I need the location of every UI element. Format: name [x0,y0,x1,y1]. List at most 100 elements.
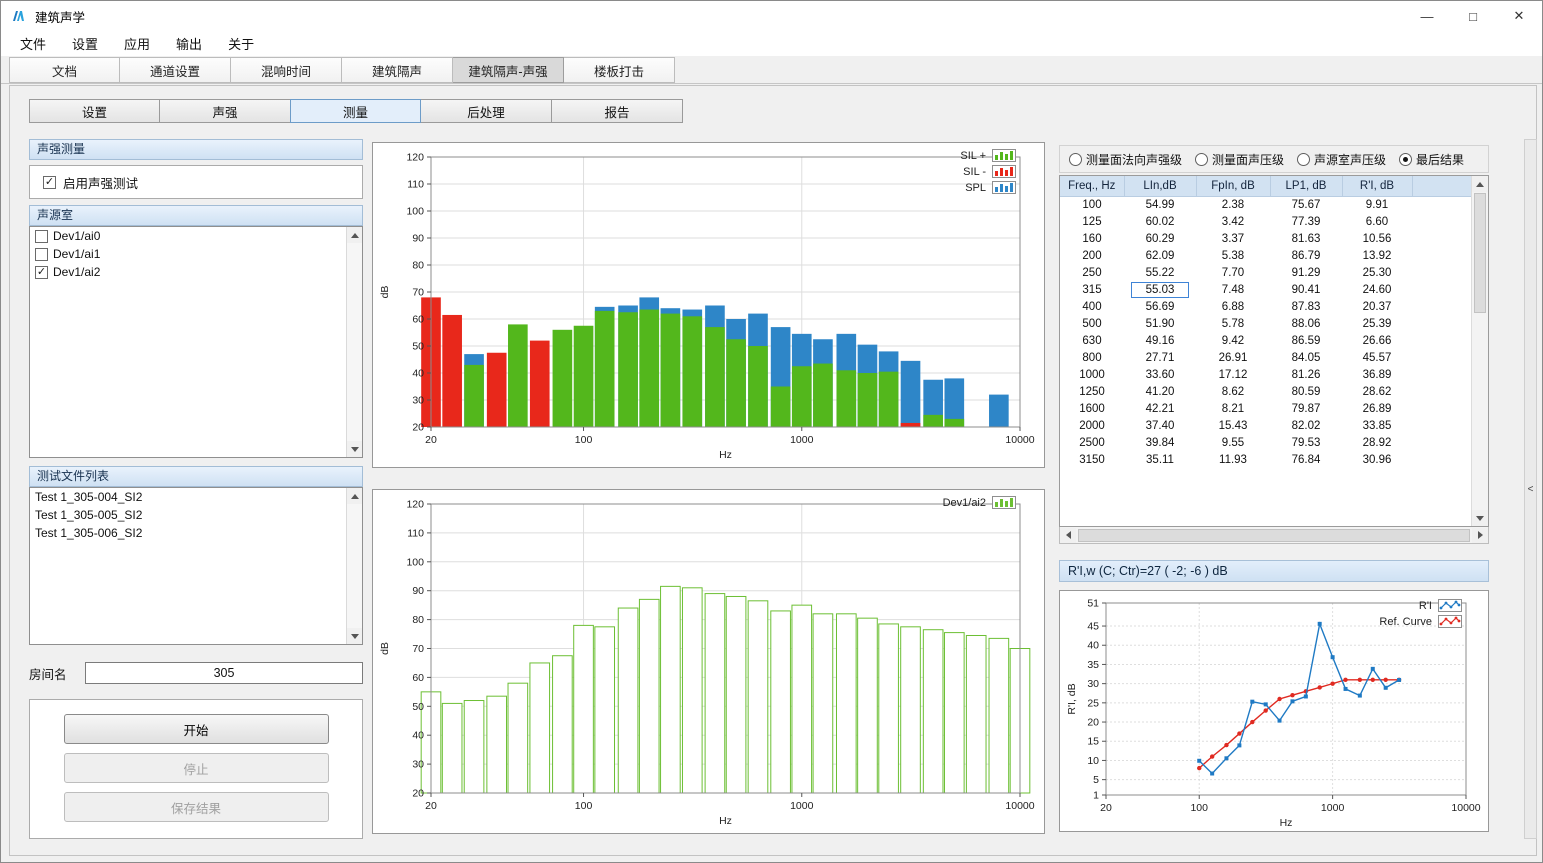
table-cell[interactable]: 13.92 [1342,247,1412,264]
table-row[interactable]: 100033.6017.1281.2636.89 [1060,366,1471,383]
subtab-settings[interactable]: 设置 [29,99,160,123]
close-button[interactable]: ✕ [1496,1,1542,31]
table-cell[interactable]: 51.90 [1124,315,1196,332]
channel-item[interactable]: Dev1/ai1 [30,245,345,263]
table-cell[interactable]: 9.55 [1196,434,1270,451]
channel-item[interactable]: Dev1/ai0 [30,227,345,245]
scroll-down-button[interactable] [347,441,362,457]
table-row[interactable]: 63049.169.4286.5926.66 [1060,332,1471,349]
stop-button[interactable]: 停止 [64,753,329,783]
save-results-button[interactable]: 保存结果 [64,792,329,822]
room-name-input[interactable] [85,662,363,684]
subtab-report[interactable]: 报告 [552,99,683,123]
table-cell[interactable]: 75.67 [1270,196,1342,213]
table-cell[interactable]: 125 [1060,213,1124,230]
tab-documents[interactable]: 文档 [9,57,120,83]
table-cell[interactable]: 54.99 [1124,196,1196,213]
table-cell[interactable]: 7.48 [1196,281,1270,298]
table-cell[interactable]: 90.41 [1270,281,1342,298]
radio-source-room-spl[interactable]: 声源室声压级 [1297,151,1386,168]
table-cell[interactable]: 33.85 [1342,417,1412,434]
menu-about[interactable]: 关于 [215,31,267,56]
table-cell[interactable]: 26.91 [1196,349,1270,366]
column-header[interactable]: LP1, dB [1270,176,1342,196]
table-row[interactable]: 10054.992.3875.679.91 [1060,196,1471,213]
table-cell[interactable]: 39.84 [1124,434,1196,451]
table-cell[interactable]: 26.66 [1342,332,1412,349]
table-cell[interactable]: 6.88 [1196,298,1270,315]
test-file-item[interactable]: Test 1_305-005_SI2 [30,506,345,524]
table-cell[interactable]: 42.21 [1124,400,1196,417]
table-cell[interactable]: 55.22 [1124,264,1196,281]
table-cell[interactable]: 9.91 [1342,196,1412,213]
subtab-intensity[interactable]: 声强 [160,99,291,123]
table-cell[interactable]: 80.59 [1270,383,1342,400]
table-cell[interactable]: 77.39 [1270,213,1342,230]
table-cell[interactable]: 1000 [1060,366,1124,383]
table-row[interactable]: 200037.4015.4382.0233.85 [1060,417,1471,434]
table-cell[interactable]: 26.89 [1342,400,1412,417]
table-vertical-scrollbar[interactable] [1471,176,1488,526]
table-cell[interactable]: 49.16 [1124,332,1196,349]
table-cell[interactable]: 17.12 [1196,366,1270,383]
table-cell[interactable]: 33.60 [1124,366,1196,383]
table-cell[interactable]: 250 [1060,264,1124,281]
menu-file[interactable]: 文件 [7,31,59,56]
table-row[interactable]: 125041.208.6280.5928.62 [1060,383,1471,400]
scrollbar-thumb[interactable] [1078,529,1470,542]
table-cell[interactable]: 800 [1060,349,1124,366]
test-file-item[interactable]: Test 1_305-006_SI2 [30,524,345,542]
table-horizontal-scrollbar[interactable] [1059,527,1489,544]
table-cell[interactable]: 25.39 [1342,315,1412,332]
table-cell[interactable]: 1600 [1060,400,1124,417]
enable-intensity-row[interactable]: ✓ 启用声强测试 [29,165,363,199]
scroll-down-button[interactable] [1472,510,1488,526]
scroll-right-button[interactable] [1472,528,1488,543]
table-cell[interactable]: 35.11 [1124,451,1196,468]
table-cell[interactable]: 82.02 [1270,417,1342,434]
tab-channel-settings[interactable]: 通道设置 [120,57,231,83]
table-cell[interactable]: 7.70 [1196,264,1270,281]
table-cell[interactable]: 81.26 [1270,366,1342,383]
minimize-button[interactable]: — [1404,1,1450,31]
start-button[interactable]: 开始 [64,714,329,744]
channel-list-scrollbar[interactable] [346,227,362,457]
table-cell[interactable]: 500 [1060,315,1124,332]
table-cell[interactable]: 15.43 [1196,417,1270,434]
table-cell[interactable]: 87.83 [1270,298,1342,315]
table-cell[interactable]: 11.93 [1196,451,1270,468]
table-cell[interactable]: 5.78 [1196,315,1270,332]
scroll-up-button[interactable] [347,227,362,243]
table-cell[interactable]: 6.60 [1342,213,1412,230]
table-cell[interactable]: 86.59 [1270,332,1342,349]
test-file-item[interactable]: Test 1_305-004_SI2 [30,488,345,506]
scroll-down-button[interactable] [347,628,362,644]
table-row[interactable]: 50051.905.7888.0625.39 [1060,315,1471,332]
radio-final-result[interactable]: 最后结果 [1399,151,1464,168]
channel-checkbox[interactable] [35,248,48,261]
column-header[interactable]: LIn,dB [1124,176,1196,196]
channel-checkbox[interactable] [35,230,48,243]
table-cell[interactable]: 79.87 [1270,400,1342,417]
radio-normal-intensity-level[interactable]: 测量面法向声强级 [1069,151,1182,168]
table-row[interactable]: 25055.227.7091.2925.30 [1060,264,1471,281]
table-cell[interactable]: 55.03 [1124,281,1196,298]
table-cell[interactable]: 88.06 [1270,315,1342,332]
scroll-left-button[interactable] [1060,528,1076,543]
table-cell[interactable]: 8.62 [1196,383,1270,400]
column-header[interactable]: R'I, dB [1342,176,1412,196]
menu-output[interactable]: 输出 [163,31,215,56]
channel-checkbox[interactable]: ✓ [35,266,48,279]
table-row[interactable]: 12560.023.4277.396.60 [1060,213,1471,230]
table-cell[interactable]: 3.37 [1196,230,1270,247]
table-cell[interactable]: 630 [1060,332,1124,349]
column-header[interactable]: FpIn, dB [1196,176,1270,196]
table-cell[interactable]: 2500 [1060,434,1124,451]
table-row[interactable]: 40056.696.8887.8320.37 [1060,298,1471,315]
table-cell[interactable]: 84.05 [1270,349,1342,366]
tab-building-insulation-intensity[interactable]: 建筑隔声-声强 [453,57,564,83]
subtab-measure[interactable]: 测量 [290,99,421,123]
table-cell[interactable]: 8.21 [1196,400,1270,417]
table-cell[interactable]: 56.69 [1124,298,1196,315]
table-row[interactable]: 315035.1111.9376.8430.96 [1060,451,1471,468]
